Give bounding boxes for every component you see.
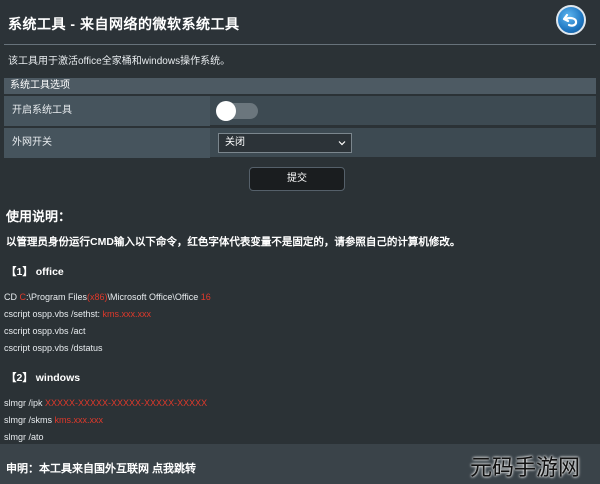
code-text: cscript ospp.vbs /dstatus [4,343,103,353]
usage-title: 使用说明： [6,209,72,224]
code-text: cscript ospp.vbs /act [4,326,86,336]
row-label: 开启系统工具 [4,96,210,126]
code-line: slmgr /skms kms.xxx.xxx [4,415,103,425]
row-enable-tool: 开启系统工具 [4,96,596,126]
code-line: cscript ospp.vbs /act [4,326,86,336]
code-line: cscript ospp.vbs /dstatus [4,343,103,353]
code-text: slmgr /ato [4,432,44,442]
footer-link[interactable]: 申明：本工具来自国外互联网 点我跳转 [6,460,196,476]
row-label: 外网开关 [4,128,210,158]
select-value: 关闭 [225,137,245,148]
code-variable: 16 [200,292,211,302]
code-variable: XXXXX-XXXXX-XXXXX-XXXXX-XXXXX [45,398,208,408]
row-network-switch: 外网开关 关闭 [4,128,596,158]
code-text: slmgr /ipk [4,398,46,408]
code-variable: kms.xxx.xxx [54,415,104,425]
code-text: :\Program Files [26,292,88,302]
back-arrow-icon [562,13,578,27]
code-line: slmgr /ato [4,432,44,442]
code-text: cscript ospp.vbs /sethst: [4,309,103,319]
tool-description: 该工具用于激活office全家桶和windows操作系统。 [8,56,231,67]
enable-tool-toggle[interactable] [216,101,258,121]
chevron-down-icon [338,141,346,146]
code-line: cscript ospp.vbs /sethst: kms.xxx.xxx [4,309,151,319]
submit-button[interactable]: 提交 [249,167,345,191]
code-line: slmgr /ipk XXXXX-XXXXX-XXXXX-XXXXX-XXXXX [4,398,207,408]
code-variable: (x86) [87,292,108,302]
network-select[interactable]: 关闭 [218,133,352,153]
windows-heading: 【2】 windows [6,372,81,384]
code-line: CD C:\Program Files(x86)\Microsoft Offic… [4,292,211,302]
toggle-knob [216,101,236,121]
office-heading: 【1】 office [6,266,64,278]
back-button[interactable] [556,5,586,35]
header-bar: 系统工具 - 来自网络的微软系统工具 [0,0,600,44]
panel-heading: 系统工具选项 [4,78,596,94]
usage-instruction: 以管理员身份运行CMD输入以下命令，红色字体代表变量不是固定的，请参照自己的计算… [6,236,461,248]
site-watermark: 元码手游网 [470,456,581,481]
code-text: \Microsoft Office\Office [107,292,201,302]
page-title: 系统工具 - 来自网络的微软系统工具 [8,16,240,32]
code-text: slmgr /skms [4,415,55,425]
code-variable: kms.xxx.xxx [102,309,152,319]
header-divider [4,44,596,45]
code-text: CD [4,292,20,302]
